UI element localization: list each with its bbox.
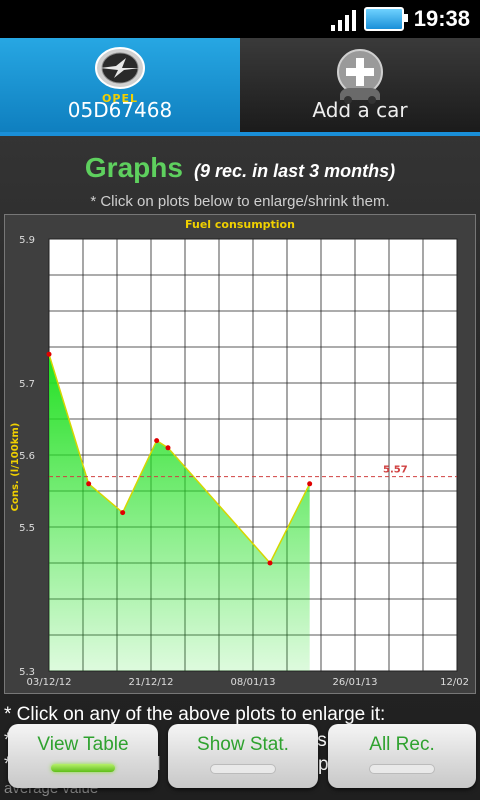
x-tick-label: 26/01/13 [333, 677, 378, 688]
button-label: All Rec. [369, 734, 435, 755]
fuel-consumption-chart[interactable]: 5.57 5.9 5.7 5.6 5.5 5.3 03/12/12 21/12/12 08/01… [4, 214, 476, 694]
button-label: Show Stat. [197, 734, 289, 755]
y-tick-label: 5.7 [19, 379, 35, 390]
x-tick-label: 03/12/12 [27, 677, 72, 688]
data-point [120, 510, 126, 516]
x-tick-label: 12/02 [440, 677, 469, 688]
data-point [307, 481, 313, 487]
data-point [46, 351, 52, 357]
chart-y-label: Cons. (l/100km) [10, 423, 21, 512]
footer-instructions: * Click on any of the above plots to enl… [4, 704, 386, 725]
data-point [154, 438, 160, 444]
data-point [86, 481, 92, 487]
status-time: 19:38 [413, 6, 470, 31]
view-table-button[interactable]: View Table [8, 724, 158, 788]
tabs-divider [0, 132, 480, 136]
tab-car-05D67468[interactable]: OPEL 05D67468 [0, 38, 240, 132]
x-tick-label: 21/12/12 [129, 677, 174, 688]
chart-title: Fuel consumption [185, 218, 295, 231]
chart-svg: 5.575.95.75.65.55.303/12/12 21/12/12 08/01… [10, 218, 469, 688]
page-title: Graphs [84, 152, 183, 183]
button-indicator [369, 764, 435, 774]
opel-logo-icon [95, 47, 145, 89]
data-point [165, 445, 171, 451]
status-bar: 19:38 [0, 0, 480, 38]
battery-icon [363, 7, 408, 31]
button-indicator [210, 764, 276, 774]
logo-text: OPEL [102, 92, 138, 105]
tab-add-car[interactable]: Add a car [240, 38, 480, 132]
button-label: View Table [37, 734, 129, 755]
records-subtitle: (9 rec. in last 3 months) [194, 161, 396, 181]
all-records-button[interactable]: All Rec. [328, 724, 476, 788]
footer-fragment: p [318, 754, 329, 775]
add-car-icon [337, 49, 383, 104]
show-stat-button[interactable]: Show Stat. [168, 724, 318, 788]
data-point [267, 560, 273, 566]
average-label: 5.57 [383, 465, 408, 476]
car-tabs: OPEL 05D67468 Add a car [0, 38, 480, 132]
plots-hint: * Click on plots below to enlarge/shrink… [90, 193, 390, 210]
button-indicator [51, 764, 115, 772]
y-tick-label: 5.5 [19, 523, 35, 534]
signal-icon [330, 7, 356, 31]
y-tick-label: 5.6 [19, 451, 35, 462]
graphs-header: Graphs (9 rec. in last 3 months) [0, 152, 480, 184]
x-tick-label: 08/01/13 [231, 677, 276, 688]
y-tick-label: 5.9 [19, 235, 35, 246]
